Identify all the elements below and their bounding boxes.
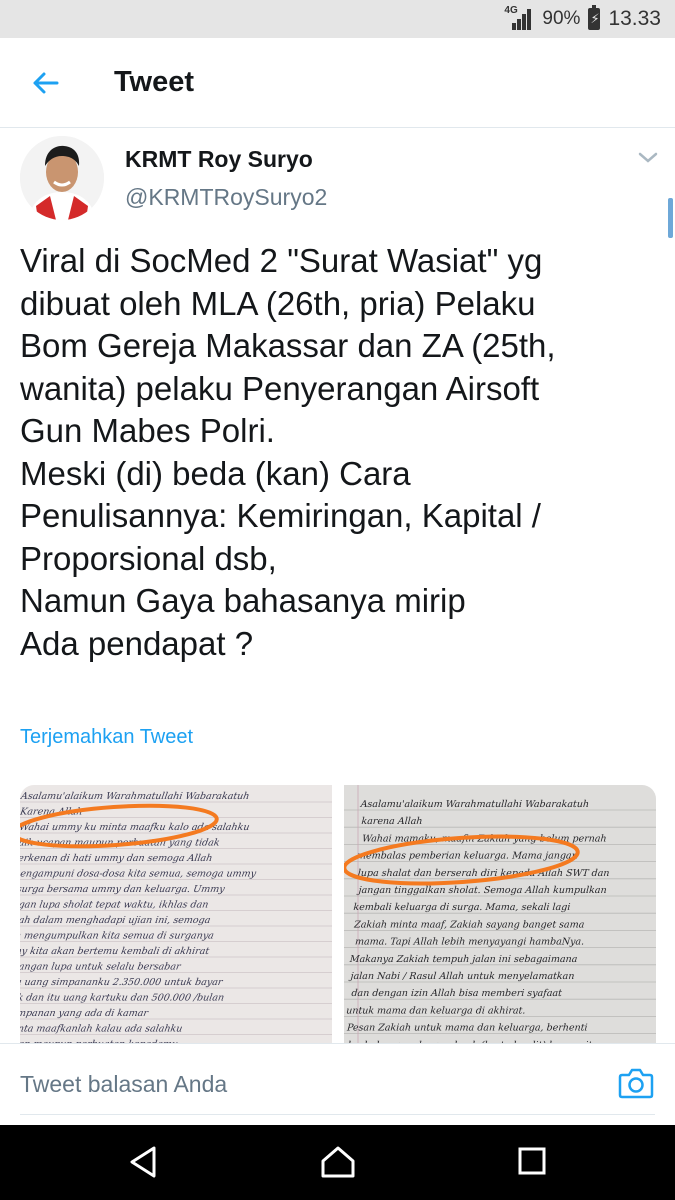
status-bar: 4G 90% ⚡ 13.33 [0, 0, 675, 38]
handwritten-line: Ummy kita akan bertemu kembali di akhira… [20, 946, 210, 957]
status-time: 13.33 [608, 7, 661, 30]
tweet-photo-left[interactable]: Asalamu'alaikum Warahmatullahi Wabarakat… [20, 785, 332, 1043]
author-name[interactable]: KRMT Roy Suryo [125, 146, 313, 173]
arrow-left-icon [33, 72, 59, 93]
handwritten-line: karena Allah [361, 816, 423, 827]
nav-recents-button[interactable] [512, 1144, 552, 1180]
handwritten-line: tabah dalam menghadapi ujian ini, semoga [20, 915, 212, 926]
handwritten-line: lupa shalat dan berserah diri kepada All… [357, 868, 609, 879]
nav-home-icon [321, 1146, 355, 1178]
camera-button[interactable] [618, 1066, 654, 1100]
handwritten-line: membalas pemberian keluarga. Mama jangan [357, 851, 578, 862]
tweet-menu-button[interactable] [634, 146, 662, 168]
handwritten-line: Asalamu'alaikum Warahmatullahi Wabarakat… [359, 799, 589, 810]
nav-recents-icon [518, 1147, 546, 1175]
tweet-photo-right[interactable]: Asalamu'alaikum Warahmatullahi Wabarakat… [344, 785, 656, 1043]
avatar[interactable] [20, 136, 104, 220]
system-nav-bar [0, 1125, 675, 1200]
chevron-down-icon [638, 152, 658, 163]
handwritten-line: dan dengan izin Allah bisa memberi syafa… [351, 988, 562, 999]
reply-bar: Tweet balasan Anda [0, 1043, 675, 1125]
nav-back-button[interactable] [124, 1144, 164, 1180]
nav-home-button[interactable] [318, 1144, 358, 1180]
handwritten-line: Pesan Zakiah untuk mama dan keluarga, be… [346, 1023, 588, 1034]
handwritten-line: untuk mama dan keluarga di akhirat. [346, 1005, 526, 1016]
network-label: 4G [504, 5, 518, 16]
handwritten-line: berkenan di hati ummy dan semoga Allah [20, 853, 213, 864]
handwritten-line: mama. Tapi Allah lebih menyayangi hambaN… [355, 937, 585, 948]
nav-back-icon [130, 1146, 156, 1178]
page-title: Tweet [114, 66, 195, 98]
handwritten-line: di bank dan itu uang kartuku dan 500.000… [20, 993, 225, 1004]
tweet-media: Asalamu'alaikum Warahmatullahi Wabarakat… [20, 785, 656, 1043]
tweet-detail: KRMT Roy Suryo @KRMTRoySuryo2 Viral di S… [0, 128, 675, 1043]
handwritten-line: Makanya Zakiah tempuh jalan ini sebagaim… [348, 954, 578, 965]
handwritten-line: mengampuni dosa-dosa kita semua, semoga … [20, 869, 257, 880]
handwritten-line: Asalamu'alaikum Warahmatullahi Wabarakat… [20, 791, 250, 802]
handwritten-line: jangan tinggalkan sholat. Semoga Allah k… [356, 885, 607, 896]
app-header: Tweet [0, 38, 675, 128]
battery-percent: 90% [542, 8, 581, 29]
reply-input[interactable]: Tweet balasan Anda [20, 1044, 590, 1124]
handwritten-line: jangan lupa sholat tepat waktu, ikhlas d… [20, 900, 209, 911]
reply-divider [20, 1114, 655, 1115]
handwritten-line: Allah mengumpulkan kita semua di surgany… [20, 931, 215, 942]
back-button[interactable] [0, 38, 90, 128]
tweet-text: Viral di SocMed 2 "Surat Wasiat" yg dibu… [20, 242, 556, 662]
handwritten-line: dan jangan lupa untuk selalu bersabar [20, 962, 183, 973]
battery-icon: ⚡ [588, 5, 601, 30]
handwritten-line: Zakiah minta maaf, Zakiah sayang banget … [353, 919, 585, 930]
handwritten-line: Ini ada uang simpananku 2.350.000 untuk … [20, 977, 225, 988]
handwritten-line: jalan Nabi / Rasul Allah untuk menyelama… [348, 971, 575, 982]
translate-tweet-link[interactable]: Terjemahkan Tweet [20, 726, 193, 749]
handwritten-line: dari simpanan yang ada di kamar [20, 1008, 150, 1019]
author-handle[interactable]: @KRMTRoySuryo2 [125, 184, 327, 211]
signal-icon: 4G [504, 5, 534, 31]
scrollbar[interactable] [668, 198, 673, 238]
handwritten-line: kembali keluarga di surga. Mama, sekali … [353, 902, 571, 913]
camera-icon [618, 1068, 654, 1099]
handwritten-line: Pitto minta maafkanlah kalau ada salahku [20, 1024, 183, 1035]
handwritten-line: di surga bersama ummy dan keluarga. Ummy [20, 884, 226, 895]
